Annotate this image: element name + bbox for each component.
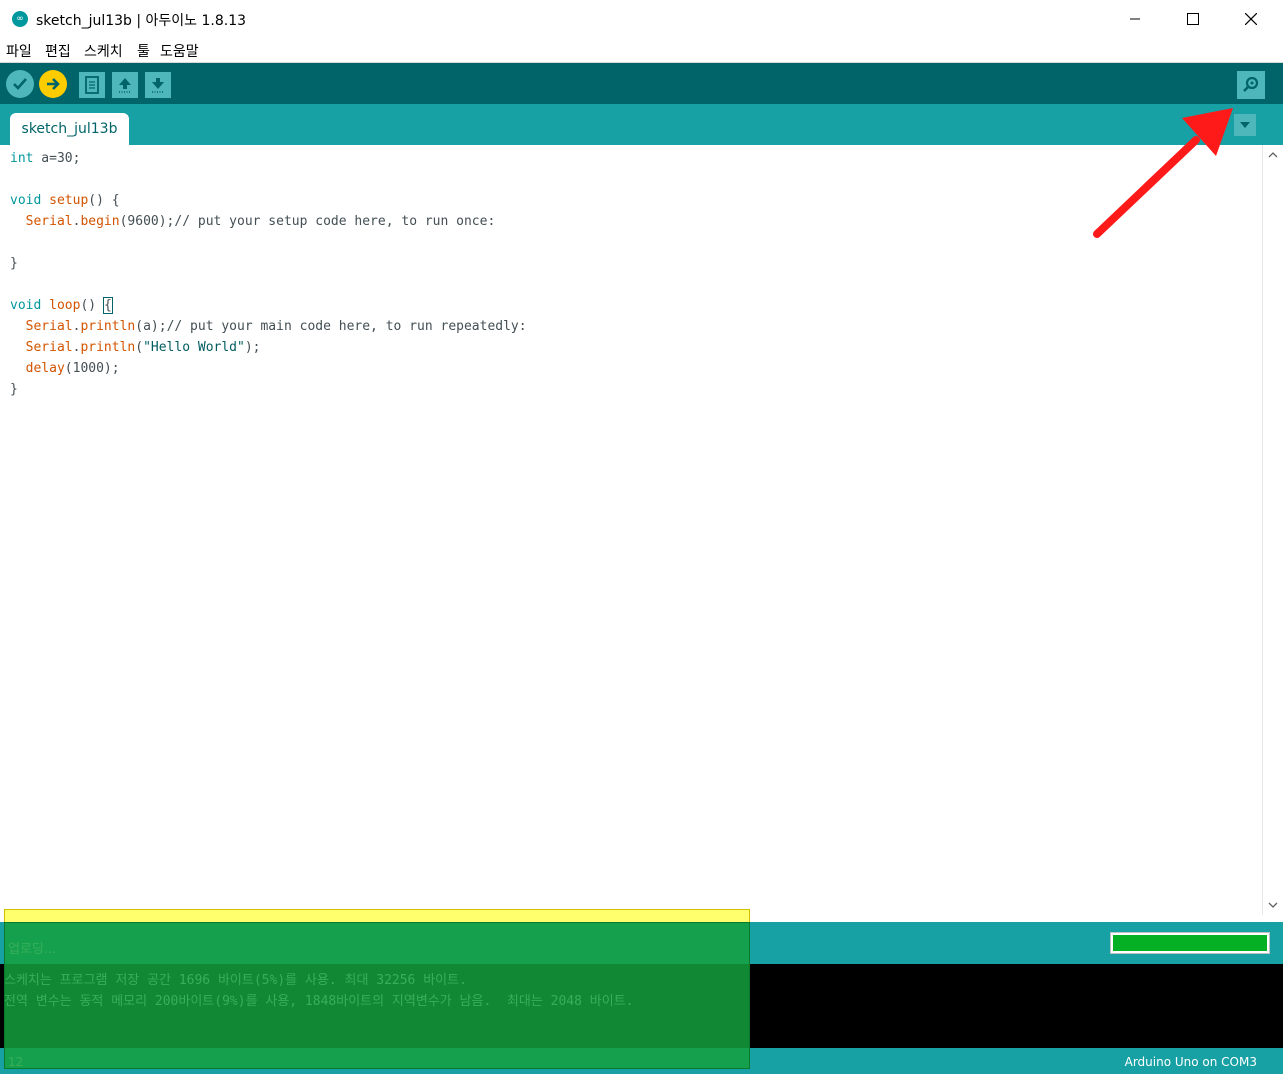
code-line-10: Serial.println("Hello World"); xyxy=(25,340,261,355)
status-bar: 업로딩... xyxy=(0,922,1283,964)
maximize-button[interactable] xyxy=(1164,0,1222,38)
progress-fill xyxy=(1113,935,1267,951)
code-line-6: } xyxy=(10,256,18,271)
menu-edit[interactable]: 편집 xyxy=(45,41,71,61)
editor-scrollbar[interactable] xyxy=(1262,145,1283,915)
code-line-4: Serial.begin(9600);// put your setup cod… xyxy=(25,214,496,229)
code-line-8: void loop() { xyxy=(10,297,113,314)
new-sketch-button[interactable] xyxy=(79,72,105,98)
tab-bar: sketch_jul13b xyxy=(0,104,1283,145)
code-line-11: delay(1000); xyxy=(25,361,120,376)
minimize-icon xyxy=(1130,18,1140,20)
console-line-1: 스케치는 프로그램 저장 공간 1696 바이트(5%)를 사용. 최대 322… xyxy=(4,973,467,988)
code-editor[interactable]: int a=30; void setup() { Serial.begin(96… xyxy=(0,145,1262,909)
save-button[interactable] xyxy=(145,72,171,98)
console-output[interactable]: 스케치는 프로그램 저장 공간 1696 바이트(5%)를 사용. 최대 322… xyxy=(0,964,1283,1048)
arduino-logo-icon: ∞ xyxy=(12,11,28,27)
highlight-box-yellow xyxy=(4,909,750,922)
menu-file[interactable]: 파일 xyxy=(6,41,32,61)
upload-icon xyxy=(47,78,60,90)
upload-progress-bar xyxy=(1110,932,1270,954)
new-icon xyxy=(85,76,99,94)
scroll-up-icon[interactable] xyxy=(1267,149,1279,161)
tab-menu-button[interactable] xyxy=(1234,114,1256,136)
upload-button[interactable] xyxy=(39,70,67,98)
verify-icon xyxy=(13,78,27,90)
minimize-button[interactable] xyxy=(1106,0,1164,38)
tab-sketch[interactable]: sketch_jul13b xyxy=(10,113,129,145)
menu-bar: 파일 편집 스케치 툴 도움말 xyxy=(0,38,1283,63)
scroll-down-icon[interactable] xyxy=(1267,899,1279,911)
code-line-9: Serial.println(a);// put your main code … xyxy=(25,319,527,334)
chevron-down-icon xyxy=(1240,122,1250,128)
menu-help[interactable]: 도움말 xyxy=(160,41,199,61)
line-number: 12 xyxy=(8,1055,24,1069)
close-icon xyxy=(1245,13,1257,25)
footer-bar: 12 Arduino Uno on COM3 xyxy=(0,1048,1283,1074)
code-line-1: int a=30; xyxy=(10,151,81,166)
title-bar: ∞ sketch_jul13b | 아두이노 1.8.13 xyxy=(0,0,1283,38)
menu-tools[interactable]: 툴 xyxy=(137,41,150,61)
status-message: 업로딩... xyxy=(8,942,57,957)
serial-monitor-button[interactable] xyxy=(1237,71,1265,99)
board-port-info: Arduino Uno on COM3 xyxy=(1124,1055,1257,1069)
open-icon xyxy=(119,78,131,93)
save-icon xyxy=(152,78,164,93)
maximize-icon xyxy=(1187,13,1199,25)
code-line-3: void setup() { xyxy=(10,193,120,208)
close-button[interactable] xyxy=(1222,0,1280,38)
code-line-12: } xyxy=(10,382,18,397)
serial-monitor-icon xyxy=(1243,76,1259,92)
menu-sketch[interactable]: 스케치 xyxy=(84,41,123,61)
verify-button[interactable] xyxy=(6,70,34,98)
window-title: sketch_jul13b | 아두이노 1.8.13 xyxy=(36,13,247,29)
console-line-2: 전역 변수는 동적 메모리 200바이트(9%)를 사용, 1848바이트의 지… xyxy=(4,994,634,1009)
toolbar xyxy=(0,63,1283,104)
open-button[interactable] xyxy=(112,72,138,98)
